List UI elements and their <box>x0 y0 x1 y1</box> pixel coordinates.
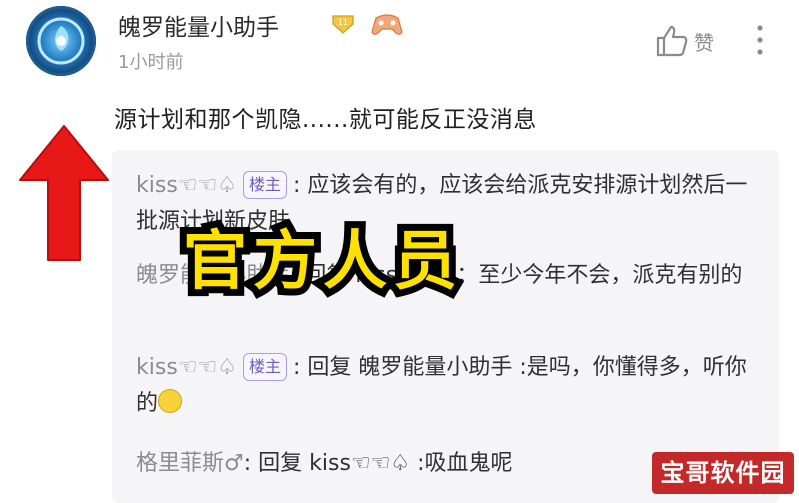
more-options-icon[interactable] <box>755 22 765 58</box>
smile-emoji-icon <box>158 389 183 413</box>
overlay-text: 官方人员 <box>180 222 463 302</box>
post-content: 源计划和那个凯隐......就可能反正没消息 <box>114 107 537 133</box>
watermark: 宝哥软件园 <box>652 452 794 494</box>
reply-author[interactable]: kiss☜☜♤ <box>136 173 237 198</box>
reply-text: 回复 kiss☜☜♤ :吸血鬼呢 <box>258 451 513 476</box>
level-number: 11 <box>338 18 348 27</box>
gamepad-icon <box>370 10 404 38</box>
post-author-name[interactable]: 魄罗能量小助手 <box>118 8 279 42</box>
reply-author[interactable]: kiss☜☜♤ <box>136 355 237 380</box>
op-tag: 楼主 <box>242 353 287 381</box>
reply-author[interactable]: 格里菲斯♂ <box>136 451 244 476</box>
op-tag: 楼主 <box>242 171 287 199</box>
reply-item[interactable]: kiss☜☜♤ 楼主: 回复 魄罗能量小助手 :是吗，你懂得多，听你的 <box>136 350 756 422</box>
avatar[interactable] <box>26 6 96 76</box>
post-time: 1小时前 <box>118 52 184 73</box>
level-badge-icon: 11 <box>331 12 355 34</box>
up-arrow-icon <box>18 122 110 264</box>
thumbs-up-icon[interactable] <box>655 24 689 58</box>
like-label[interactable]: 赞 <box>694 27 714 56</box>
